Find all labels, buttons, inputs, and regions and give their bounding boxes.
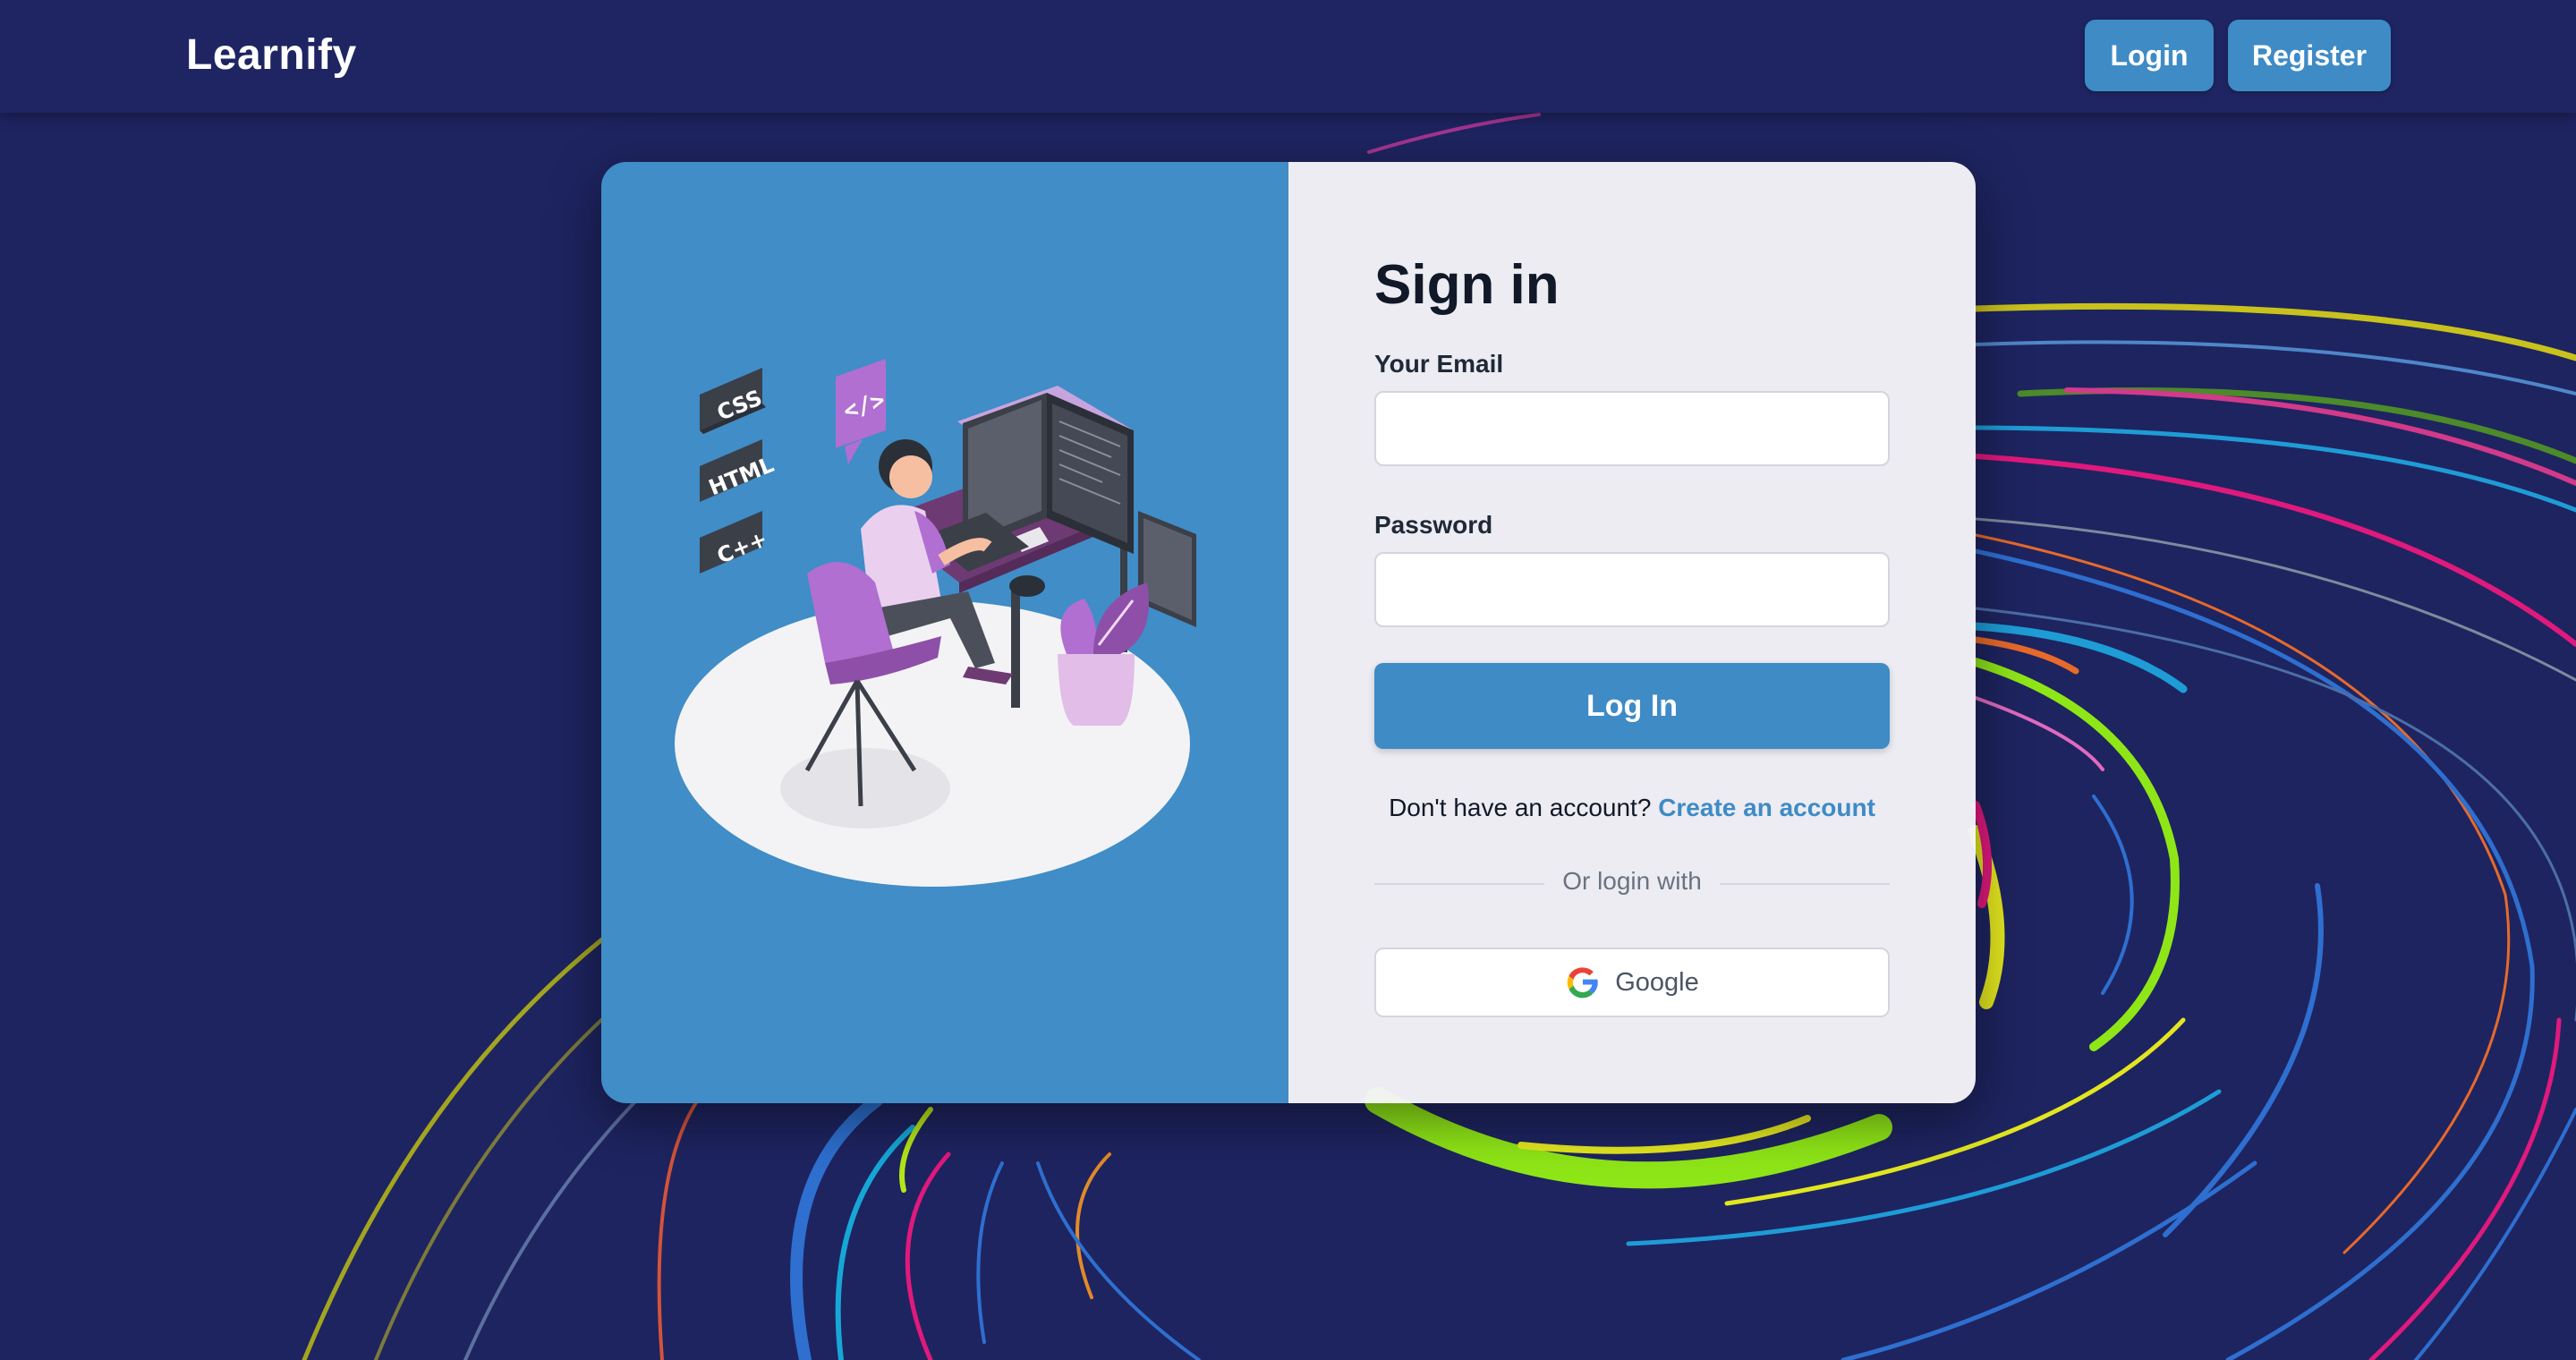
create-account-link[interactable]: Create an account — [1658, 794, 1875, 821]
developer-illustration: CSS HTML C++ </> — [675, 359, 1196, 887]
password-label: Password — [1374, 511, 1493, 539]
or-login-divider: Or login with — [1374, 867, 1890, 899]
nav-register-button[interactable]: Register — [2228, 20, 2391, 91]
nav-login-button[interactable]: Login — [2085, 20, 2214, 91]
signin-title: Sign in — [1374, 254, 1560, 316]
google-icon — [1567, 967, 1598, 999]
email-label: Your Email — [1374, 350, 1504, 378]
email-field[interactable] — [1374, 391, 1890, 466]
signin-form-panel: Sign in Your Email Password Log In Don't… — [1288, 162, 1976, 1103]
login-submit-button[interactable]: Log In — [1374, 663, 1890, 749]
no-account-text: Don't have an account? — [1389, 794, 1652, 821]
divider-line-right — [1720, 883, 1890, 885]
divider-text: Or login with — [1562, 867, 1702, 895]
google-label: Google — [1615, 967, 1699, 997]
password-field[interactable] — [1374, 552, 1890, 627]
google-login-button[interactable]: Google — [1374, 948, 1890, 1017]
top-navbar: Learnify Login Register — [0, 0, 2576, 113]
illustration-panel: CSS HTML C++ </> — [601, 162, 1288, 1103]
brand-logo[interactable]: Learnify — [186, 30, 357, 80]
signin-card: CSS HTML C++ </> Sign in Your Email Pass… — [601, 162, 1976, 1103]
signup-prompt: Don't have an account? Create an account — [1374, 794, 1890, 822]
